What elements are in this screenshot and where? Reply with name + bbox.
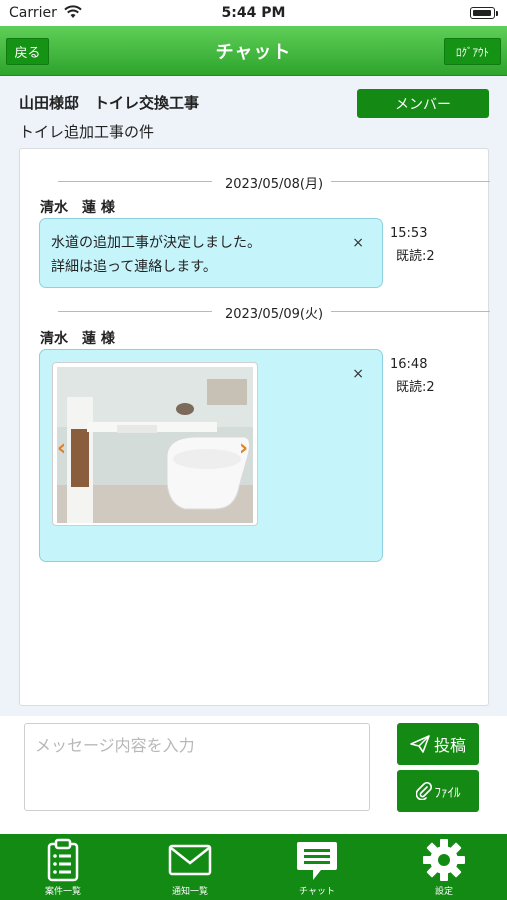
battery-icon (470, 7, 495, 19)
tab-settings[interactable]: 設定 (381, 834, 507, 900)
chat-icon (297, 842, 337, 880)
tab-chat[interactable]: チャット (254, 834, 380, 900)
battery-tip (496, 11, 498, 16)
date-separator: 2023/05/09(火) (58, 302, 490, 322)
attach-file-button[interactable]: ﾌｧｲﾙ (397, 770, 479, 812)
paper-plane-icon (410, 735, 430, 753)
status-bar: Carrier 5:44 PM (0, 0, 507, 26)
status-time: 5:44 PM (221, 5, 286, 21)
date-label: 2023/05/09(火) (224, 307, 324, 322)
tab-label: 通知一覧 (171, 887, 208, 897)
photo-attachment[interactable]: ‹ › (52, 362, 258, 526)
paperclip-icon (415, 782, 432, 800)
post-button-label: 投稿 (433, 736, 466, 755)
message-input[interactable] (24, 723, 370, 811)
message-text: 水道の追加工事が決定しました。 詳細は追って連絡します。 (51, 235, 261, 275)
sender-name: 清水 蓮 様 (40, 331, 115, 347)
toilet-photo-image (57, 367, 253, 523)
tab-project-list[interactable]: 案件一覧 (0, 834, 126, 900)
navigation-bar: 戻る チャット ﾛｸﾞｱｳﾄ (0, 26, 507, 76)
separator-line (331, 181, 490, 182)
tab-label: 設定 (434, 887, 453, 897)
project-title: 山田様邸 トイレ交換工事 (19, 94, 200, 112)
tab-notification-list[interactable]: 通知一覧 (127, 834, 253, 900)
tab-label: チャット (299, 887, 335, 897)
tab-bar: 案件一覧 通知一覧 チャット 設定 (0, 834, 507, 900)
file-button-label: ﾌｧｲﾙ (434, 785, 461, 801)
message-bubble[interactable]: ‹ › × (39, 349, 383, 562)
date-separator: 2023/05/08(月) (58, 172, 490, 192)
gear-icon (423, 839, 465, 881)
message-time: 16:48 (390, 357, 428, 372)
delete-message-button[interactable]: × (352, 235, 364, 251)
page-title: チャット (215, 42, 292, 63)
read-count: 既読:2 (396, 380, 435, 395)
next-image-arrow-icon[interactable]: › (239, 436, 248, 461)
envelope-icon (168, 844, 212, 876)
message-composer: 投稿 ﾌｧｲﾙ (0, 716, 507, 834)
chat-message-list[interactable]: 2023/05/08(月) 清水 蓮 様 水道の追加工事が決定しました。 詳細は… (19, 148, 490, 706)
clipboard-icon (47, 838, 79, 882)
date-label: 2023/05/08(月) (224, 177, 324, 192)
tab-label: 案件一覧 (44, 887, 81, 897)
toilet-photo (57, 367, 253, 523)
read-count: 既読:2 (396, 249, 435, 264)
message-time: 15:53 (390, 226, 428, 241)
post-button[interactable]: 投稿 (397, 723, 479, 765)
logout-button[interactable]: ﾛｸﾞｱｳﾄ (444, 38, 501, 65)
message-bubble[interactable]: 水道の追加工事が決定しました。 詳細は追って連絡します。 × (39, 218, 383, 288)
sender-name: 清水 蓮 様 (40, 200, 115, 216)
member-button[interactable]: メンバー (357, 89, 489, 118)
separator-line (331, 311, 490, 312)
delete-message-button[interactable]: × (352, 366, 364, 382)
previous-image-arrow-icon[interactable]: ‹ (57, 436, 66, 461)
thread-subject: トイレ追加工事の件 (19, 123, 155, 141)
